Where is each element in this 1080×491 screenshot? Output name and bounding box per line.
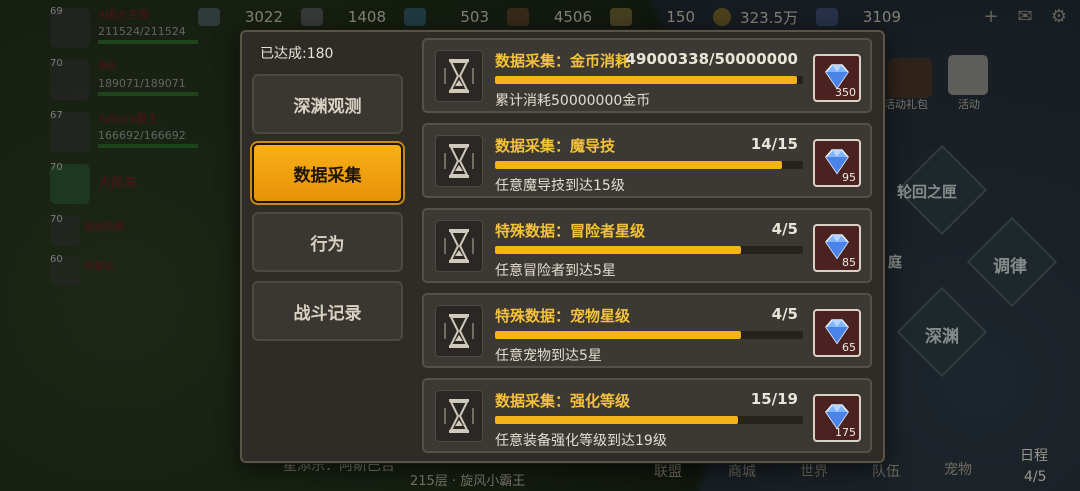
task-description: 任意装备强化等级到达19级	[495, 433, 667, 449]
task-progress-bar	[495, 331, 803, 339]
task-description: 任意魔导技到达15级	[495, 178, 625, 194]
reward-slot[interactable]: 85	[813, 224, 861, 272]
task-progress-bar	[495, 161, 803, 169]
hourglass-icon	[435, 390, 483, 442]
reward-count: 350	[835, 86, 856, 99]
task-progress-fill	[495, 161, 783, 169]
task-title: 数据采集：金币消耗	[495, 52, 631, 70]
task-row: 数据采集：金币消耗 49000338/50000000 累计消耗50000000…	[422, 38, 872, 113]
task-progress-text: 15/19	[750, 390, 798, 408]
task-title: 数据采集：魔导技	[495, 137, 616, 155]
category-tabs: 深渊观测 数据采集 行为 战斗记录	[252, 74, 407, 350]
task-progress-fill	[495, 416, 738, 424]
task-title: 数据采集：强化等级	[495, 392, 631, 410]
hourglass-icon	[435, 135, 483, 187]
task-row: 数据采集：魔导技 14/15 任意魔导技到达15级 95	[422, 123, 872, 198]
task-progress-bar	[495, 416, 803, 424]
task-progress-fill	[495, 246, 742, 254]
task-description: 累计消耗50000000金币	[495, 93, 651, 109]
task-progress-bar	[495, 246, 803, 254]
task-progress-bar	[495, 76, 803, 84]
tab-data-collection[interactable]: 数据采集	[252, 143, 403, 203]
task-progress-text: 4/5	[771, 305, 798, 323]
hourglass-icon	[435, 50, 483, 102]
task-description: 任意宠物到达5星	[495, 348, 602, 364]
task-progress-fill	[495, 331, 742, 339]
task-row: 特殊数据：宠物星级 4/5 任意宠物到达5星 65	[422, 293, 872, 368]
hourglass-icon	[435, 305, 483, 357]
task-description: 任意冒险者到达5星	[495, 263, 616, 279]
task-title: 特殊数据：宠物星级	[495, 307, 631, 325]
reward-slot[interactable]: 350	[813, 54, 861, 102]
reward-slot[interactable]: 175	[813, 394, 861, 442]
task-progress-text: 4/5	[771, 220, 798, 238]
tab-battle-record[interactable]: 战斗记录	[252, 281, 403, 341]
reward-count: 95	[842, 171, 856, 184]
task-list[interactable]: 数据采集：金币消耗 49000338/50000000 累计消耗50000000…	[422, 34, 877, 459]
achievement-modal: 已达成:180 深渊观测 数据采集 行为 战斗记录 数据采集：金币消耗 4900…	[240, 30, 885, 463]
reward-slot[interactable]: 95	[813, 139, 861, 187]
hourglass-icon	[435, 220, 483, 272]
reward-slot[interactable]: 65	[813, 309, 861, 357]
task-progress-text: 49000338/50000000	[625, 50, 798, 68]
task-row: 特殊数据：冒险者星级 4/5 任意冒险者到达5星 85	[422, 208, 872, 283]
reward-count: 65	[842, 341, 856, 354]
tab-behavior[interactable]: 行为	[252, 212, 403, 272]
task-progress-text: 14/15	[750, 135, 798, 153]
task-row: 数据采集：强化等级 15/19 任意装备强化等级到达19级 175	[422, 378, 872, 453]
reward-count: 85	[842, 256, 856, 269]
task-title: 特殊数据：冒险者星级	[495, 222, 646, 240]
tab-abyss-observation[interactable]: 深渊观测	[252, 74, 403, 134]
task-progress-fill	[495, 76, 797, 84]
achieved-count: 已达成:180	[260, 46, 334, 62]
reward-count: 175	[835, 426, 856, 439]
